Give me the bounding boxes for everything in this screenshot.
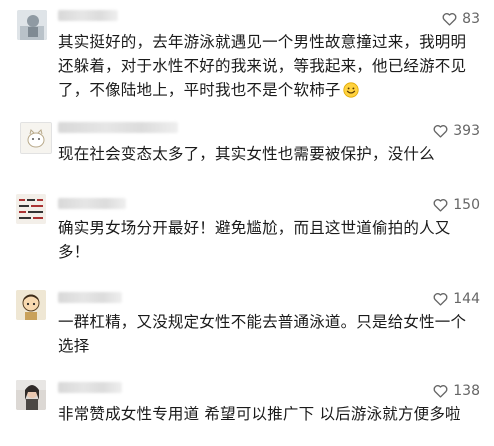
avatar[interactable] [16,194,46,224]
avatar[interactable] [17,10,47,40]
comment-text: 现在社会变态太多了，其实女性也需要被保护，没什么 [58,145,435,163]
avatar[interactable] [16,290,46,320]
comment-item: 393 现在社会变态太多了，其实女性也需要被保护，没什么 [0,98,494,178]
username-blurred [58,382,122,393]
comment-text-body: 其实挺好的，去年游泳就遇见一个男性故意撞过来，我明明还躲着，对于水性不好的我来说… [58,33,467,99]
username-blurred [58,292,122,303]
like-button[interactable]: 83 [442,10,480,28]
avatar[interactable] [16,380,46,410]
like-count: 150 [453,197,480,213]
like-button[interactable]: 393 [433,122,480,140]
username-blurred [58,122,178,133]
comment-item: 83 其实挺好的，去年游泳就遇见一个男性故意撞过来，我明明还躲着，对于水性不好的… [0,0,494,99]
avatar[interactable] [20,122,52,154]
smiling-face-icon [343,82,359,98]
comment-list: 83 其实挺好的，去年游泳就遇见一个男性故意撞过来，我明明还躲着，对于水性不好的… [0,0,494,446]
comment-item: 150 确实男女场分开最好！避免尴尬，而且这世道偷拍的人又多！ [0,178,494,278]
username-blurred [58,10,118,21]
heart-icon [433,385,448,398]
comment-text: 其实挺好的，去年游泳就遇见一个男性故意撞过来，我明明还躲着，对于水性不好的我来说… [58,30,468,102]
like-button[interactable]: 138 [433,382,480,400]
like-button[interactable]: 150 [433,196,480,214]
comment-text: 一群杠精，又没规定女性不能去普通泳道。只是给女性一个选择 [58,313,467,355]
comment-item: 144 一群杠精，又没规定女性不能去普通泳道。只是给女性一个选择 [0,278,494,368]
like-count: 144 [453,291,480,307]
username-blurred [58,198,126,209]
heart-icon [433,199,448,212]
heart-icon [433,125,448,138]
like-button[interactable]: 144 [433,290,480,308]
comment-text: 确实男女场分开最好！避免尴尬，而且这世道偷拍的人又多！ [58,219,451,261]
like-count: 393 [453,123,480,139]
like-count: 83 [462,11,480,27]
comment-item: 138 非常赞成女性专用道 希望可以推广下 以后游泳就方便多啦 [0,368,494,446]
heart-icon [433,293,448,306]
heart-icon [442,13,457,26]
comment-text: 非常赞成女性专用道 希望可以推广下 以后游泳就方便多啦 [58,405,461,423]
like-count: 138 [453,383,480,399]
